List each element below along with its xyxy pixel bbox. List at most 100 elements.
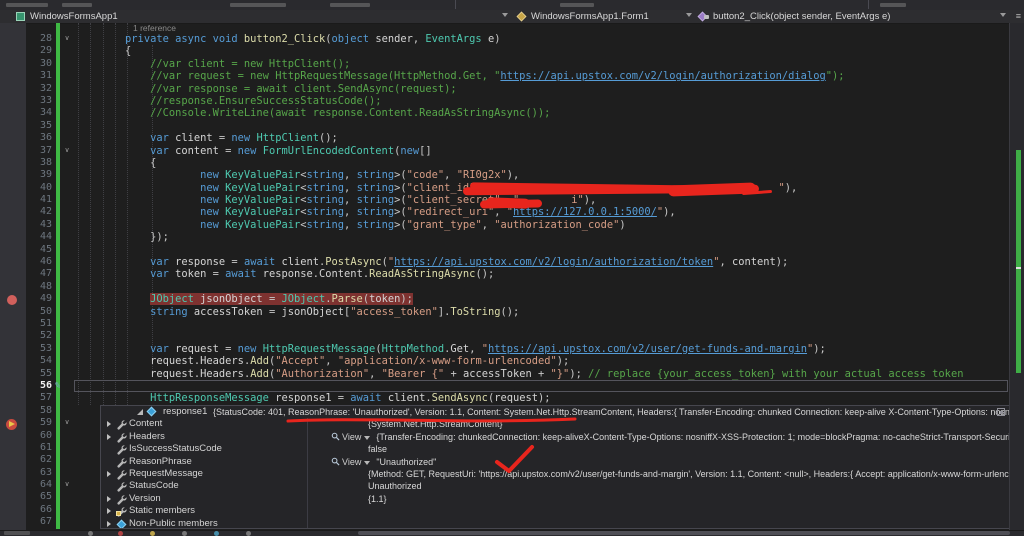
line-number[interactable]: 53 (26, 343, 52, 355)
line-number[interactable]: 37 (26, 145, 52, 157)
datatip-row[interactable]: ReasonPhrase View "Unauthorized" (101, 455, 1009, 468)
line-number[interactable]: 46 (26, 256, 52, 268)
code-line[interactable]: 54 request.Headers.Add("Accept", "applic… (0, 355, 1024, 367)
code-line[interactable]: 37 ∨ var content = new FormUrlEncodedCont… (0, 145, 1024, 157)
toolbar-icon[interactable] (150, 531, 155, 536)
datatip-row[interactable]: Version {1.1} (101, 492, 1009, 506)
line-number[interactable]: 63 (26, 467, 52, 479)
expand-icon[interactable] (107, 495, 111, 502)
line-number[interactable]: 30 (26, 58, 52, 70)
datatip-row[interactable]: StatusCode Unauthorized (101, 480, 1009, 493)
view-button[interactable]: View (331, 456, 371, 468)
line-number[interactable]: 60 (26, 430, 52, 442)
breadcrumb-project-dropdown[interactable]: WindowsFormsApp1 (30, 11, 118, 22)
line-number[interactable]: 55 (26, 368, 52, 380)
chevron-down-icon[interactable] (502, 13, 508, 17)
chevron-down-icon[interactable] (1000, 13, 1006, 17)
line-number[interactable]: 64 (26, 479, 52, 491)
line-number[interactable]: 50 (26, 306, 52, 318)
code-line[interactable]: 49 JObject jsonObject = JObject.Parse(to… (0, 293, 1024, 306)
expand-icon[interactable] (107, 508, 111, 515)
breadcrumb-type-dropdown[interactable]: WindowsFormsApp1.Form1 (531, 11, 649, 22)
expand-icon[interactable] (107, 470, 111, 477)
datatip-row[interactable]: Content {System.Net.Http.StreamContent} (101, 418, 1009, 431)
fold-collapse-icon[interactable]: ∨ (62, 417, 72, 429)
code-line[interactable]: 43 new KeyValuePair<string, string>("gra… (0, 219, 1024, 231)
datatip-root-row[interactable]: response1 {StatusCode: 401, ReasonPhrase… (101, 406, 1009, 418)
code-line[interactable]: 46 var response = await client.PostAsync… (0, 256, 1024, 268)
line-number[interactable]: 28 (26, 33, 52, 45)
toolbar-icon[interactable] (246, 531, 251, 536)
line-number[interactable]: 58 (26, 405, 52, 417)
code-line[interactable]: 29 { (0, 45, 1024, 57)
line-number[interactable]: 45 (26, 244, 52, 256)
breakpoint-icon[interactable] (7, 295, 17, 305)
line-number[interactable]: 42 (26, 206, 52, 218)
line-number[interactable]: 33 (26, 95, 52, 107)
line-number[interactable]: 38 (26, 157, 52, 169)
line-number[interactable]: 51 (26, 318, 52, 330)
code-line[interactable]: 44 }); (0, 231, 1024, 243)
toolbar-icon[interactable] (214, 531, 219, 536)
code-line[interactable]: 35 (0, 120, 1024, 132)
code-line[interactable]: 39 new KeyValuePair<string, string>("cod… (0, 169, 1024, 181)
line-number[interactable]: 34 (26, 107, 52, 119)
line-number[interactable]: 47 (26, 268, 52, 280)
toolbar-icon[interactable] (118, 531, 123, 536)
line-number[interactable]: 66 (26, 504, 52, 516)
view-button[interactable]: View (331, 431, 371, 443)
pin-icon[interactable] (997, 408, 1005, 416)
datatip-row[interactable]: IsSuccessStatusCode false (101, 443, 1009, 456)
line-number[interactable]: 59 (26, 417, 52, 429)
line-number[interactable]: 65 (26, 491, 52, 503)
line-number[interactable]: 35 (26, 120, 52, 132)
fold-collapse-icon[interactable]: ∨ (62, 33, 72, 45)
line-number[interactable]: 61 (26, 442, 52, 454)
datatip-row[interactable]: Headers View {Transfer-Encoding: chunkedCo… (101, 430, 1009, 444)
menu-icon[interactable]: ≡ (1016, 11, 1021, 21)
line-number[interactable]: 32 (26, 83, 52, 95)
line-number[interactable]: 67 (26, 516, 52, 528)
code-line[interactable]: 45 (0, 244, 1024, 256)
code-line[interactable]: 47 var token = await response.Content.Re… (0, 268, 1024, 280)
line-number[interactable]: 62 (26, 454, 52, 466)
line-number[interactable]: 57 (26, 392, 52, 404)
line-number[interactable]: 40 (26, 182, 52, 194)
line-number[interactable]: 39 (26, 169, 52, 181)
code-line[interactable]: 50 string accessToken = jsonObject["acce… (0, 306, 1024, 318)
code-line[interactable]: 51 (0, 318, 1024, 330)
code-line[interactable]: 57 HttpResponseMessage response1 = await… (0, 392, 1024, 404)
toolbar-icon[interactable] (88, 531, 93, 536)
code-line[interactable]: 28 ∨ private async void button2_Click(obj… (0, 33, 1024, 45)
code-line[interactable]: 30 //var client = new HttpClient(); (0, 58, 1024, 70)
line-number[interactable]: 43 (26, 219, 52, 231)
code-line[interactable]: 48 (0, 281, 1024, 293)
line-number[interactable]: 31 (26, 70, 52, 82)
code-line[interactable]: 52 (0, 330, 1024, 342)
line-number[interactable]: 44 (26, 231, 52, 243)
code-line[interactable]: 32 //var response = await client.SendAsy… (0, 83, 1024, 95)
code-line[interactable]: 33 //response.EnsureSuccessStatusCode(); (0, 95, 1024, 107)
code-line[interactable]: 38 { (0, 157, 1024, 169)
expand-icon[interactable] (107, 433, 111, 440)
code-line[interactable]: 53 var request = new HttpRequestMessage(… (0, 343, 1024, 355)
line-number[interactable]: 36 (26, 132, 52, 144)
collapse-icon[interactable] (137, 409, 143, 415)
line-number[interactable]: 49 (26, 293, 52, 305)
fold-collapse-icon[interactable]: ∨ (62, 479, 72, 491)
fold-collapse-icon[interactable]: ∨ (62, 145, 72, 157)
datatip-row[interactable]: RequestMessage {Method: GET, RequestUri: … (101, 467, 1009, 481)
line-number[interactable]: 52 (26, 330, 52, 342)
line-number[interactable]: 54 (26, 355, 52, 367)
chevron-down-icon[interactable] (686, 13, 692, 17)
breadcrumb-member-dropdown[interactable]: button2_Click(object sender, EventArgs e… (713, 11, 890, 22)
line-number[interactable]: 48 (26, 281, 52, 293)
code-line[interactable]: 36 var client = new HttpClient(); (0, 132, 1024, 144)
code-line[interactable]: 42 new KeyValuePair<string, string>("red… (0, 206, 1024, 218)
line-number[interactable]: 41 (26, 194, 52, 206)
expand-icon[interactable] (107, 421, 111, 428)
expand-icon[interactable] (107, 520, 111, 527)
code-line[interactable]: 34 //Console.WriteLine(await response.Co… (0, 107, 1024, 119)
line-number[interactable]: 29 (26, 45, 52, 57)
datatip-row[interactable]: Static members (101, 505, 1009, 518)
